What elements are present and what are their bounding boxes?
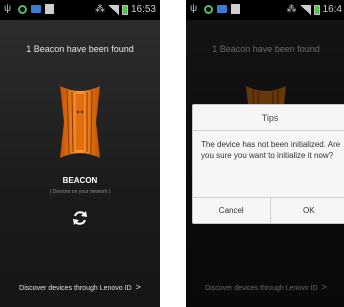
cancel-button[interactable]: Cancel	[193, 198, 270, 223]
signal-icon	[107, 4, 119, 15]
discover-label: Discover devices through Lenovo ID	[19, 285, 132, 292]
discover-lenovo-id-link[interactable]: Discover devices through Lenovo ID >	[0, 282, 160, 292]
notification-icons: ψ	[190, 4, 240, 14]
signal-icon	[299, 4, 311, 15]
dialog-message: The device has not been initialized. Are…	[201, 140, 341, 160]
tips-dialog: Tips The device has not been initialized…	[192, 104, 344, 224]
status-bar: ψ ⁂ 16:53	[0, 0, 160, 20]
beacon-label: BEACON	[62, 176, 98, 185]
found-count-text: 1 Beacon have been found	[26, 44, 134, 54]
usb-icon: ψ	[4, 3, 12, 14]
dialog-title: Tips	[193, 105, 344, 131]
clock: 16:4	[322, 4, 342, 15]
wifi-icon: ⁂	[286, 3, 297, 15]
system-icons: ⁂ 16:4	[287, 4, 342, 15]
usb-icon: ψ	[190, 3, 198, 14]
battery-icon	[121, 4, 128, 15]
chevron-right-icon: >	[135, 282, 141, 292]
system-icons: ⁂ 16:53	[95, 4, 156, 15]
sync-icon	[204, 4, 213, 14]
beacon-subtitle: ( Devices on your network )	[49, 189, 111, 195]
image-icon	[231, 4, 240, 14]
battery-icon	[313, 4, 320, 15]
message-icon	[31, 5, 41, 13]
status-bar: ψ ⁂ 16:4	[186, 0, 344, 20]
image-icon	[45, 4, 54, 14]
beacon-discovery-screen: 1 Beacon have been found BEACON ( Device…	[0, 20, 160, 307]
wifi-icon: ⁂	[94, 3, 105, 15]
dialog-button-row: Cancel OK	[193, 197, 344, 223]
beacon-device-image[interactable]	[58, 82, 102, 162]
clock: 16:53	[130, 4, 156, 15]
ok-button[interactable]: OK	[269, 198, 344, 223]
phone-screen-right: ψ ⁂ 16:4 1 Beacon have been found Discov…	[186, 0, 344, 307]
phone-screen-left: ψ ⁂ 16:53 1 Beacon have been found BEACO…	[0, 0, 160, 307]
refresh-icon[interactable]	[71, 209, 89, 227]
notification-icons: ψ	[4, 4, 54, 14]
sync-icon	[18, 4, 27, 14]
message-icon	[217, 5, 227, 13]
